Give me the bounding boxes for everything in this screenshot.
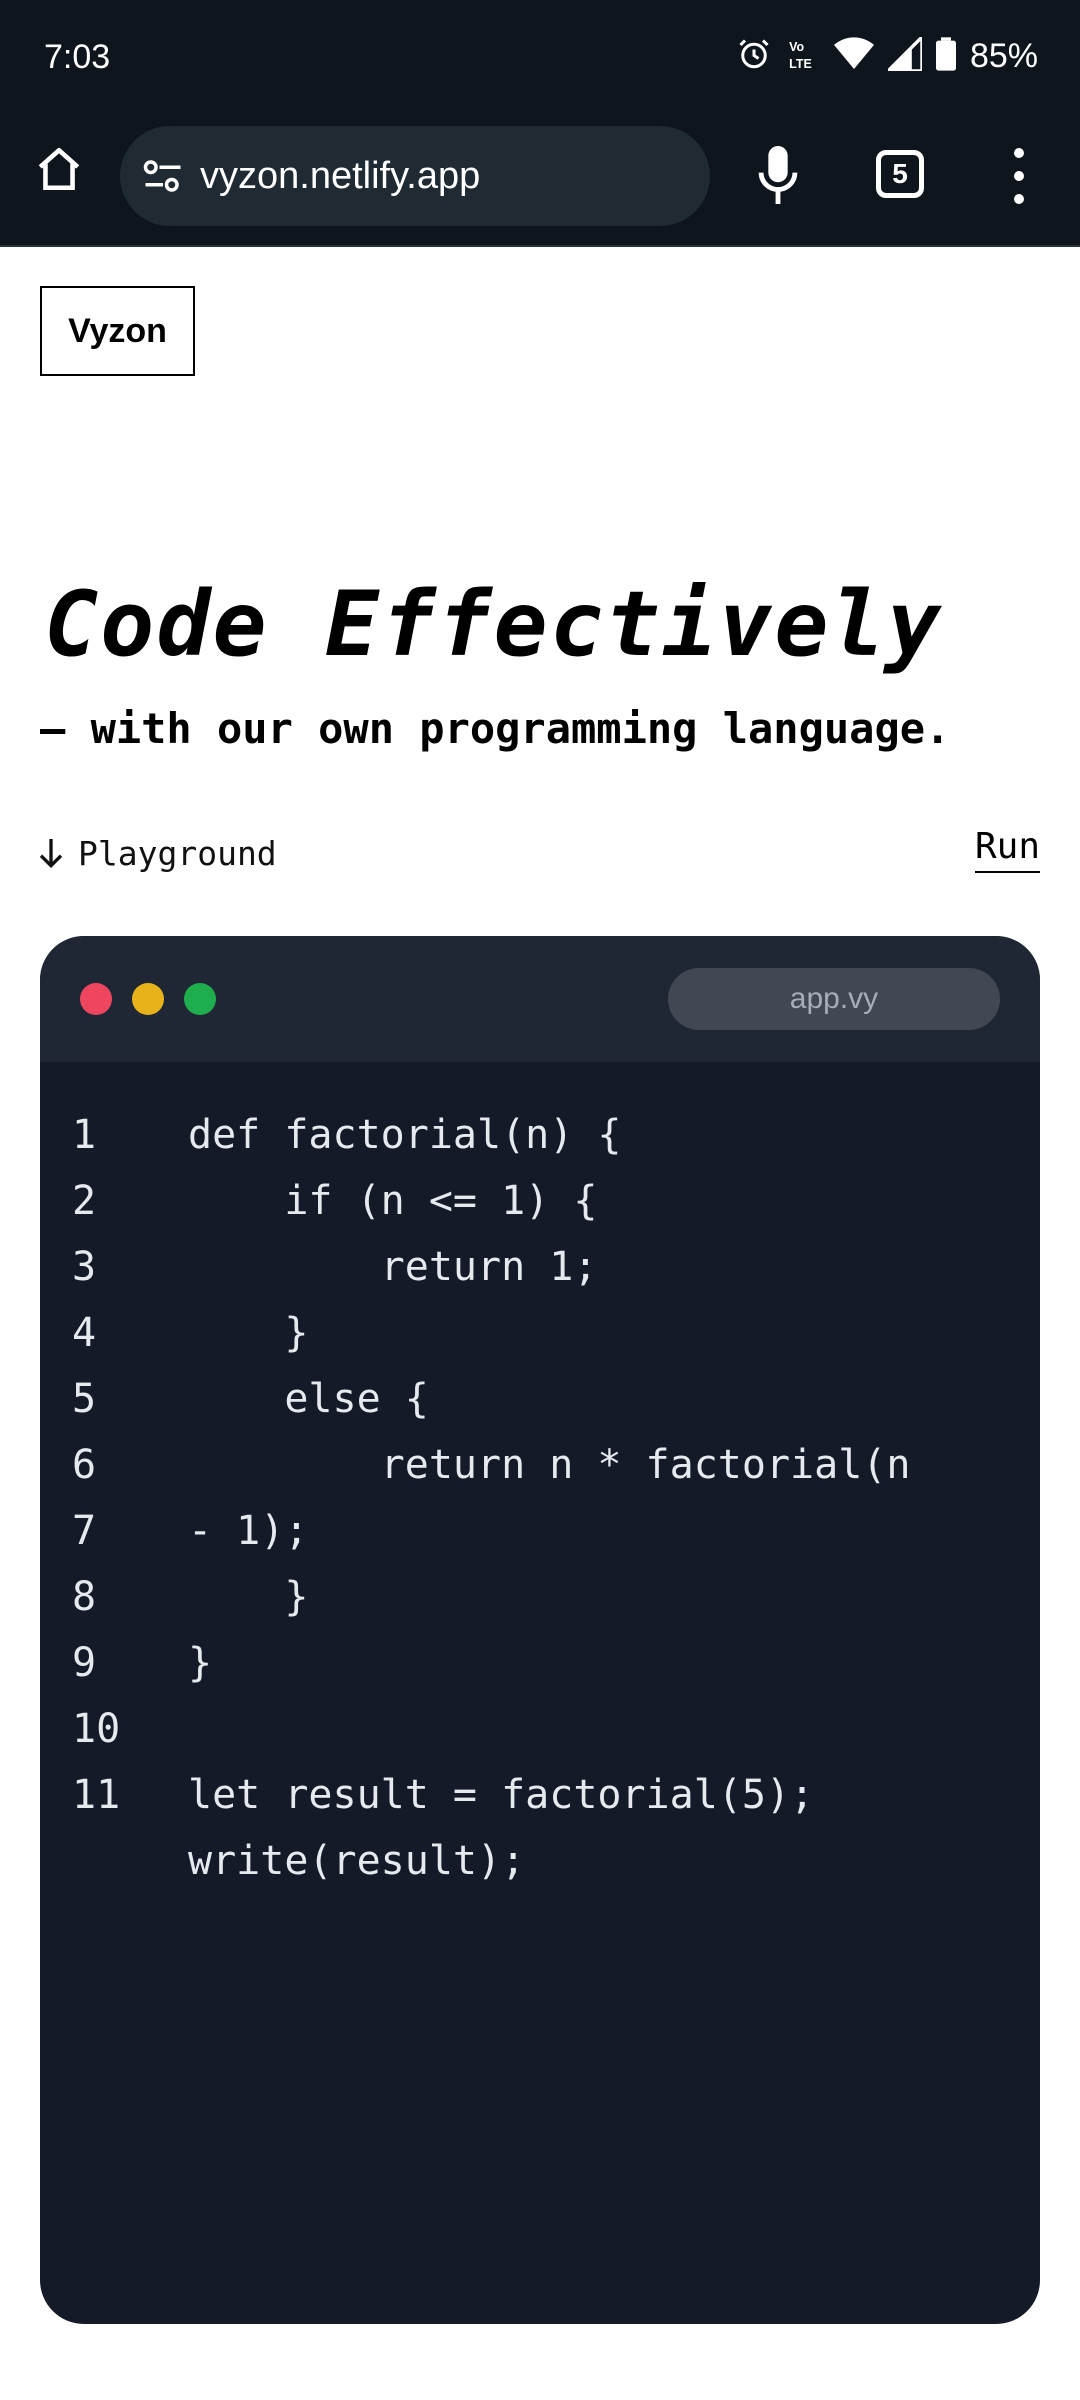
minimize-dot-icon bbox=[132, 983, 164, 1015]
alarm-icon bbox=[736, 36, 772, 76]
signal-icon bbox=[883, 32, 924, 75]
status-icons: Vo LTE 85% bbox=[736, 32, 1038, 76]
hero-title: Code Effectively bbox=[44, 572, 943, 677]
code-line: 3 return 1; bbox=[40, 1244, 1040, 1310]
tabs-button[interactable]: 5 bbox=[876, 150, 924, 198]
svg-text:Vo: Vo bbox=[789, 40, 804, 54]
hero-subtitle: — with our own programming language. bbox=[40, 704, 951, 753]
line-text: let result = factorial(5); bbox=[188, 1772, 815, 1818]
battery-icon bbox=[935, 37, 956, 75]
code-line: 5 else { bbox=[40, 1376, 1040, 1442]
code-line: 2 if (n <= 1) { bbox=[40, 1178, 1040, 1244]
code-line: 8 } bbox=[40, 1574, 1040, 1640]
line-text: def factorial(n) { bbox=[188, 1112, 622, 1158]
battery-percentage: 85% bbox=[969, 36, 1038, 75]
line-number: 8 bbox=[72, 1574, 97, 1620]
line-text: - 1); bbox=[188, 1508, 309, 1554]
line-number: 11 bbox=[72, 1772, 121, 1818]
site-logo[interactable]: Vyzon bbox=[40, 286, 195, 376]
line-number: 10 bbox=[72, 1706, 121, 1752]
volte-icon: Vo LTE bbox=[786, 36, 820, 76]
home-icon bbox=[38, 147, 80, 191]
code-line: 10 bbox=[40, 1706, 1040, 1772]
line-text: return 1; bbox=[188, 1244, 598, 1290]
line-number: 2 bbox=[72, 1178, 97, 1224]
url-text[interactable]: vyzon.netlify.app bbox=[200, 155, 480, 198]
tab-count: 5 bbox=[892, 158, 908, 189]
playground-link[interactable]: Playground bbox=[38, 834, 277, 873]
arrow-down-icon bbox=[39, 838, 63, 868]
line-text: else { bbox=[188, 1376, 429, 1422]
line-number: 6 bbox=[72, 1442, 97, 1488]
code-line: 7 - 1); bbox=[40, 1508, 1040, 1574]
line-text: } bbox=[188, 1310, 309, 1356]
line-text: if (n <= 1) { bbox=[188, 1178, 598, 1224]
address-bar[interactable]: vyzon.netlify.app bbox=[120, 126, 710, 226]
code-area[interactable]: 1 def factorial(n) { 2 if (n <= 1) { 3 re… bbox=[40, 1112, 1040, 1904]
filename-tab: app.vy bbox=[668, 968, 1000, 1030]
home-button[interactable] bbox=[30, 140, 88, 198]
line-number: 7 bbox=[72, 1508, 97, 1554]
line-number: 3 bbox=[72, 1244, 97, 1290]
line-text: write(result); bbox=[188, 1838, 526, 1884]
line-text: return n * factorial(n bbox=[188, 1442, 911, 1488]
svg-text:LTE: LTE bbox=[789, 57, 812, 71]
maximize-dot-icon bbox=[184, 983, 216, 1015]
browser-chrome: 7:03 Vo LTE 85% vyzon.netlify.app 5 bbox=[0, 0, 1080, 247]
code-line: 9} bbox=[40, 1640, 1040, 1706]
code-line: 1 def factorial(n) { bbox=[40, 1112, 1040, 1178]
line-number: 5 bbox=[72, 1376, 97, 1422]
site-info-icon[interactable] bbox=[140, 153, 186, 199]
code-line: write(result); bbox=[40, 1838, 1040, 1904]
code-line: 4 } bbox=[40, 1310, 1040, 1376]
editor-title-bar: app.vy bbox=[40, 936, 1040, 1062]
line-text: } bbox=[188, 1574, 309, 1620]
code-editor: app.vy 1 def factorial(n) { 2 if (n <= 1)… bbox=[40, 936, 1040, 2324]
status-time: 7:03 bbox=[44, 38, 111, 76]
playground-label: Playground bbox=[78, 834, 277, 873]
line-number: 4 bbox=[72, 1310, 97, 1356]
microphone-icon bbox=[758, 146, 798, 204]
line-number: 9 bbox=[72, 1640, 97, 1686]
wifi-icon bbox=[833, 37, 874, 75]
code-line: 6 return n * factorial(n bbox=[40, 1442, 1040, 1508]
close-dot-icon bbox=[80, 983, 112, 1015]
code-line: 11 let result = factorial(5); bbox=[40, 1772, 1040, 1838]
run-button[interactable]: Run bbox=[974, 826, 1040, 873]
line-number: 1 bbox=[72, 1112, 97, 1158]
line-text: } bbox=[188, 1640, 213, 1686]
voice-search-button[interactable] bbox=[752, 145, 804, 205]
more-menu-icon[interactable] bbox=[1004, 148, 1034, 204]
